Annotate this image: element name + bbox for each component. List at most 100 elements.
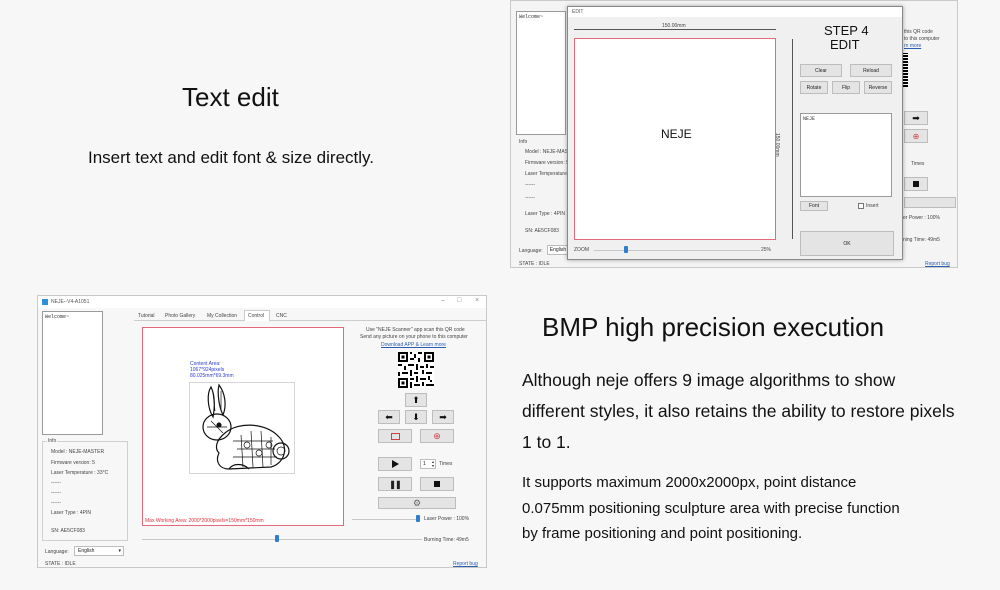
info-laser-type: Laser Type : 4PIN [51, 510, 91, 516]
console-text: Welcome~ [45, 314, 70, 320]
play-icon [391, 460, 399, 468]
point-position-button[interactable]: ⊕ [904, 129, 928, 143]
frame-position-button[interactable] [378, 429, 412, 443]
move-up-button[interactable]: ⬆ [405, 393, 427, 407]
language-label: Language: [519, 248, 543, 254]
settings-button[interactable]: ⚙ [378, 497, 456, 509]
clear-button[interactable]: Clear [800, 64, 842, 77]
insert-label: Insert [866, 203, 879, 209]
info-dash-1: ------ [525, 182, 535, 188]
pause-icon: ❚❚ [389, 479, 401, 489]
tab-control[interactable]: Control [248, 313, 264, 319]
width-dimension-line [574, 29, 776, 30]
console-output[interactable]: Welcome~ [516, 11, 566, 135]
qr-code [398, 352, 434, 388]
app-icon [42, 299, 48, 305]
maximize-icon[interactable]: □ [457, 297, 461, 304]
qr-code-graphic [398, 352, 434, 388]
start-button[interactable] [378, 457, 412, 471]
qr-instruction-1: Use "NEJE Scanner" app scan this QR code [366, 327, 465, 333]
settings-button-partial[interactable] [904, 197, 956, 208]
move-right-button[interactable]: ➡ [432, 410, 454, 424]
content-mm: 80.025mm*69.3mm [190, 373, 234, 379]
laser-power-label: Laser Power : 100% [424, 516, 470, 522]
rotate-button[interactable]: Rotate [800, 81, 828, 94]
zoom-slider-thumb[interactable] [623, 246, 628, 253]
times-label: Times [911, 161, 925, 167]
info-firmware: Firmware version: 5 [51, 460, 95, 466]
arrow-right-icon: ➡ [912, 112, 920, 123]
step-title: STEP 4 [824, 23, 869, 38]
info-dash-2: ------ [525, 195, 535, 201]
laser-power-thumb[interactable] [416, 515, 420, 522]
work-canvas[interactable]: Content Area: 1067*924pixels 80.025mm*69… [142, 327, 344, 526]
arrow-right-icon: ➡ [439, 411, 447, 422]
info-model: Model : NEJE-MASTER [51, 449, 105, 455]
pause-button[interactable]: ❚❚ [378, 477, 412, 491]
download-app-link[interactable]: Download APP & Learn more [381, 342, 446, 348]
console-output[interactable]: Welcome~ [42, 311, 103, 435]
qr-instruction-2: Send any picture on your phone to this c… [360, 334, 468, 340]
tab-my-collection[interactable]: My Collection [207, 313, 237, 319]
burning-time-label: Burning Time: 49m5 [424, 537, 469, 543]
canvas-text[interactable]: NEJE [661, 127, 692, 141]
stop-button[interactable] [420, 477, 454, 491]
info-temp: Laser Temperature : 33°C [51, 470, 109, 476]
zoom-slider-thumb[interactable] [275, 535, 279, 542]
close-icon[interactable]: × [475, 297, 479, 304]
info-sn: SN: AE5CF083 [51, 528, 85, 534]
insert-checkbox[interactable] [858, 203, 864, 209]
move-down-button[interactable]: ⬇ [405, 410, 427, 424]
zoom-slider-track [142, 539, 422, 540]
times-stepper[interactable]: 1 ▴ ▾ [420, 459, 436, 469]
state-label: STATE : IDLE [519, 261, 550, 267]
minimize-icon[interactable]: – [441, 297, 445, 304]
info-label: Info [47, 438, 58, 444]
max-working-area: Max Working Area: 2000*2000pixels=150mm*… [145, 518, 264, 524]
stop-button[interactable] [904, 177, 928, 191]
point-position-button[interactable]: ⊕ [420, 429, 454, 443]
stepper-arrows-icon: ▴ ▾ [431, 459, 434, 468]
stop-icon [434, 481, 440, 487]
edit-canvas[interactable]: NEJE [574, 38, 776, 240]
arrow-up-icon: ⬆ [412, 394, 420, 405]
info-dash-1: ------ [51, 480, 61, 486]
text-input-box[interactable]: NEJE [800, 113, 892, 197]
tab-cnc[interactable]: CNC [276, 313, 287, 319]
language-value: English [78, 548, 95, 554]
bmp-heading: BMP high precision execution [542, 312, 885, 342]
qr-text-1: this QR code [904, 29, 933, 35]
language-select[interactable]: English ▾ [74, 546, 124, 556]
reverse-button[interactable]: Reverse [864, 81, 892, 94]
app-title: NEJE--V4-A1051 [51, 299, 90, 305]
info-firmware: Firmware version: 5 [525, 160, 569, 166]
language-select[interactable]: English [547, 245, 569, 255]
app-window-control: NEJE--V4-A1051 – □ × Welcome~ Info Model… [37, 295, 487, 568]
info-temp: Laser Temperature : [525, 171, 570, 177]
laser-power-label: er Power : 100% [903, 215, 940, 221]
arrow-right-button[interactable]: ➡ [904, 111, 928, 125]
zoom-value: 25% [761, 247, 772, 253]
tab-bar: Tutorial Photo Gallery My Collection Con… [134, 310, 486, 321]
reload-button[interactable]: Reload [850, 64, 892, 77]
flip-button[interactable]: Flip [832, 81, 860, 94]
times-value: 1 [423, 461, 426, 467]
info-dash-2: ------ [51, 490, 61, 496]
ok-button[interactable]: OK [800, 231, 894, 256]
report-bug-link[interactable]: Report bug [925, 261, 950, 267]
arrow-down-icon: ⬇ [412, 411, 420, 422]
edit-dialog-title: EDIT [572, 9, 584, 15]
zoom-slider-track [594, 250, 760, 251]
height-dimension-line [792, 39, 793, 239]
font-button[interactable]: Font [800, 201, 828, 211]
crosshair-icon: ⊕ [433, 430, 441, 441]
times-label: Times [439, 461, 453, 467]
info-dash-3: ------ [51, 500, 61, 506]
tab-photo-gallery[interactable]: Photo Gallery [165, 313, 195, 319]
tab-tutorial[interactable]: Tutorial [138, 313, 155, 319]
stop-icon [913, 181, 919, 187]
move-left-button[interactable]: ⬅ [378, 410, 400, 424]
qr-link[interactable]: rn more [904, 43, 921, 49]
report-bug-link[interactable]: Report bug [453, 561, 478, 567]
app-titlebar: NEJE--V4-A1051 – □ × [38, 296, 486, 308]
